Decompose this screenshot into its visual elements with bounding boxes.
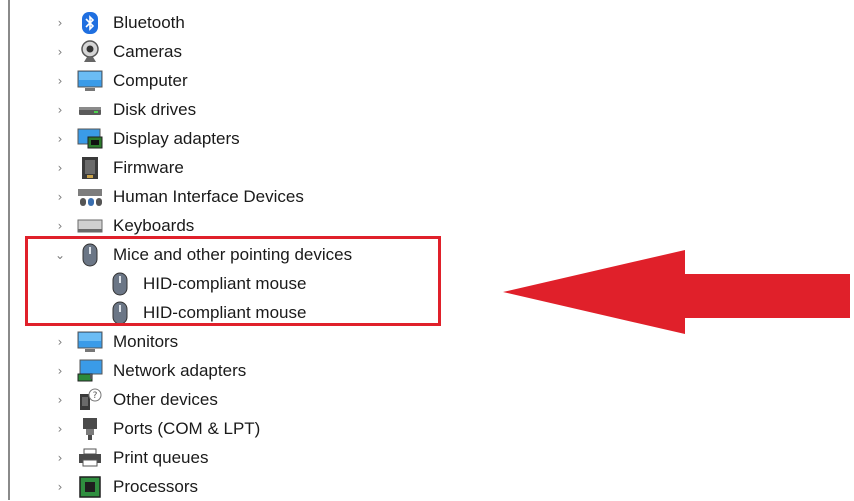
tree-item-processors[interactable]: › Processors [0, 472, 854, 501]
tree-item-network-adapters[interactable]: › Network adapters [0, 356, 854, 385]
tree-item-label: Ports (COM & LPT) [113, 418, 261, 438]
tree-item-print-queues[interactable]: › Print queues [0, 443, 854, 472]
chevron-right-icon[interactable]: › [54, 364, 66, 378]
processor-icon [77, 474, 103, 500]
tree-item-label: Bluetooth [113, 12, 185, 32]
computer-icon [77, 68, 103, 94]
chevron-right-icon[interactable]: › [54, 103, 66, 117]
tree-item-computer[interactable]: › Computer [0, 66, 854, 95]
tree-item-label: Disk drives [113, 99, 197, 119]
highlight-box [25, 236, 441, 326]
tree-item-other-devices[interactable]: › ? Other devices [0, 385, 854, 414]
keyboard-icon [77, 213, 103, 239]
tree-item-label: Processors [113, 476, 199, 496]
chevron-right-icon[interactable]: › [54, 74, 66, 88]
tree-item-label: Print queues [113, 447, 209, 467]
tree-item-ports[interactable]: › Ports (COM & LPT) [0, 414, 854, 443]
chevron-right-icon[interactable]: › [54, 480, 66, 494]
tree-item-label: Monitors [113, 331, 179, 351]
chevron-right-icon[interactable]: › [54, 45, 66, 59]
bluetooth-icon [77, 10, 103, 36]
tree-item-bluetooth[interactable]: › Bluetooth [0, 8, 854, 37]
chevron-right-icon[interactable]: › [54, 451, 66, 465]
tree-item-label: Keyboards [113, 215, 195, 235]
firmware-icon [77, 155, 103, 181]
tree-item-label: Other devices [113, 389, 218, 409]
camera-icon [77, 39, 103, 65]
printer-icon [77, 445, 103, 471]
tree-item-label: Computer [113, 70, 188, 90]
display-adapter-icon [77, 126, 103, 152]
tree-item-label: Human Interface Devices [113, 186, 304, 206]
tree-item-disk-drives[interactable]: › Disk drives [0, 95, 854, 124]
chevron-right-icon[interactable]: › [54, 219, 66, 233]
tree-item-display-adapters[interactable]: › Display adapters [0, 124, 854, 153]
other-devices-icon: ? [77, 387, 103, 413]
tree-item-label: Display adapters [113, 128, 240, 148]
svg-text:?: ? [93, 391, 98, 401]
tree-item-cameras[interactable]: › Cameras [0, 37, 854, 66]
chevron-right-icon[interactable]: › [54, 16, 66, 30]
tree-item-label: Firmware [113, 157, 184, 177]
chevron-right-icon[interactable]: › [54, 190, 66, 204]
chevron-right-icon[interactable]: › [54, 422, 66, 436]
chevron-right-icon[interactable]: › [54, 335, 66, 349]
tree-item-label: Network adapters [113, 360, 247, 380]
monitor-icon [77, 329, 103, 355]
chevron-right-icon[interactable]: › [54, 132, 66, 146]
hid-icon [77, 184, 103, 210]
port-icon [77, 416, 103, 442]
tree-item-human-interface-devices[interactable]: › Human Interface Devices [0, 182, 854, 211]
tree-item-label: Cameras [113, 41, 182, 61]
red-arrow-annotation [503, 250, 850, 334]
network-adapter-icon [77, 358, 103, 384]
tree-item-firmware[interactable]: › Firmware [0, 153, 854, 182]
chevron-right-icon[interactable]: › [54, 161, 66, 175]
chevron-right-icon[interactable]: › [54, 393, 66, 407]
disk-drive-icon [77, 97, 103, 123]
